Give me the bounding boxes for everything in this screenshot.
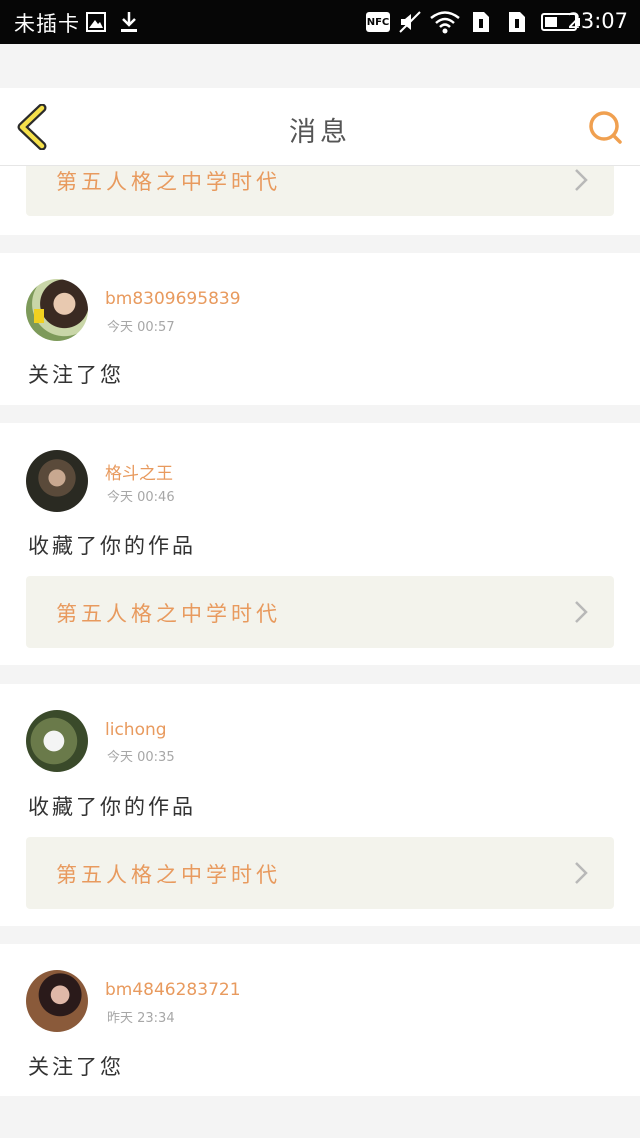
avatar[interactable] xyxy=(26,279,88,341)
app-header: 消息 xyxy=(0,88,640,166)
notification-card: bm8309695839 今天 00:57 关注了您 xyxy=(0,253,640,405)
username[interactable]: bm8309695839 xyxy=(105,289,241,309)
avatar[interactable] xyxy=(26,710,88,772)
page-title: 消息 xyxy=(289,117,351,148)
work-title: 第五人格之中学时代 xyxy=(56,602,281,626)
timestamp: 今天 00:57 xyxy=(107,320,175,335)
username[interactable]: lichong xyxy=(105,720,167,740)
carrier-label: 未插卡 xyxy=(14,12,80,36)
chevron-right-icon xyxy=(575,169,588,191)
username[interactable]: bm4846283721 xyxy=(105,980,241,1000)
timestamp: 今天 00:35 xyxy=(107,750,175,765)
chevron-right-icon xyxy=(575,862,588,884)
chevron-right-icon xyxy=(575,601,588,623)
work-title: 第五人格之中学时代 xyxy=(56,170,281,194)
mute-icon xyxy=(398,10,422,34)
download-icon xyxy=(118,10,140,34)
sim2-icon xyxy=(506,10,528,34)
image-icon xyxy=(84,10,108,34)
notification-card: 格斗之王 今天 00:46 收藏了你的作品 第五人格之中学时代 xyxy=(0,423,640,665)
status-bar: 未插卡 NFC 23:07 xyxy=(0,0,640,44)
action-text: 收藏了你的作品 xyxy=(28,534,196,558)
work-title: 第五人格之中学时代 xyxy=(56,863,281,887)
work-link[interactable]: 第五人格之中学时代 xyxy=(26,837,614,909)
avatar[interactable] xyxy=(26,970,88,1032)
action-text: 关注了您 xyxy=(28,1055,124,1079)
wifi-icon xyxy=(428,10,462,34)
notification-card: lichong 今天 00:35 收藏了你的作品 第五人格之中学时代 xyxy=(0,684,640,926)
avatar[interactable] xyxy=(26,450,88,512)
search-button[interactable] xyxy=(586,108,626,148)
nfc-icon: NFC xyxy=(366,12,390,32)
clock: 23:07 xyxy=(567,9,628,33)
username[interactable]: 格斗之王 xyxy=(105,459,173,484)
notification-card: bm4846283721 昨天 23:34 关注了您 xyxy=(0,944,640,1096)
timestamp: 昨天 23:34 xyxy=(107,1011,175,1026)
action-text: 关注了您 xyxy=(28,363,124,387)
sim1-icon xyxy=(470,10,492,34)
work-link[interactable]: 第五人格之中学时代 xyxy=(26,576,614,648)
search-icon xyxy=(589,111,622,144)
timestamp: 今天 00:46 xyxy=(107,490,175,505)
action-text: 收藏了你的作品 xyxy=(28,795,196,819)
